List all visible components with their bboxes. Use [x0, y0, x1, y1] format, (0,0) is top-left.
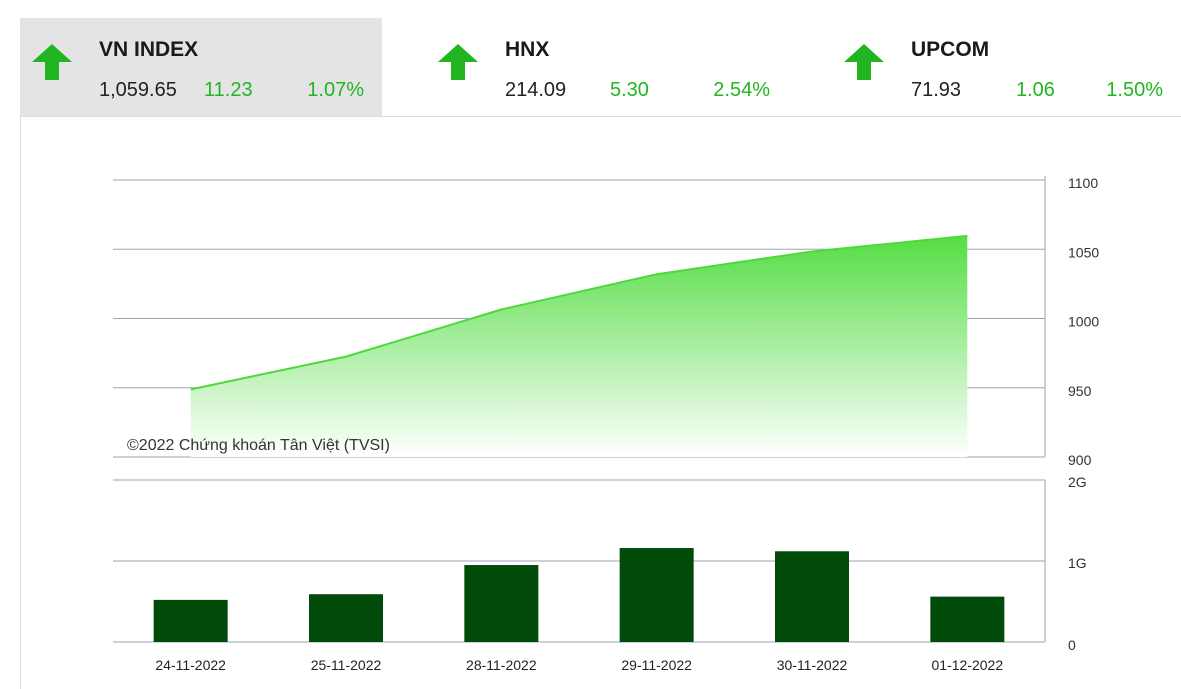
price-axis-tick: 1100	[1068, 175, 1098, 191]
price-axis-tick: 900	[1068, 452, 1092, 468]
volume-bar	[775, 551, 849, 642]
volume-bar	[309, 594, 383, 642]
x-axis-label: 01-12-2022	[932, 657, 1004, 673]
price-axis-tick: 1050	[1068, 244, 1099, 260]
volume-bar	[153, 599, 228, 642]
volume-axis-tick: 2G	[1068, 474, 1087, 490]
index-chart: ©2022 Chứng khoán Tân Việt (TVSI) 24-11-…	[113, 175, 1099, 673]
price-axis-tick: 1000	[1068, 314, 1099, 330]
x-axis-label: 28-11-2022	[466, 657, 537, 673]
volume-bar	[930, 596, 1005, 642]
x-axis-label: 25-11-2022	[311, 657, 382, 673]
x-axis-label: 29-11-2022	[621, 657, 692, 673]
volume-axis-tick: 0	[1068, 637, 1076, 653]
watermark: ©2022 Chứng khoán Tân Việt (TVSI)	[127, 437, 390, 454]
volume-bar	[619, 548, 694, 642]
x-axis-label: 30-11-2022	[777, 657, 848, 673]
price-axis-tick: 950	[1068, 383, 1092, 399]
price-area	[190, 235, 968, 457]
x-axis-label: 24-11-2022	[155, 657, 226, 673]
volume-axis-tick: 1G	[1068, 555, 1087, 571]
volume-bar	[464, 565, 539, 642]
